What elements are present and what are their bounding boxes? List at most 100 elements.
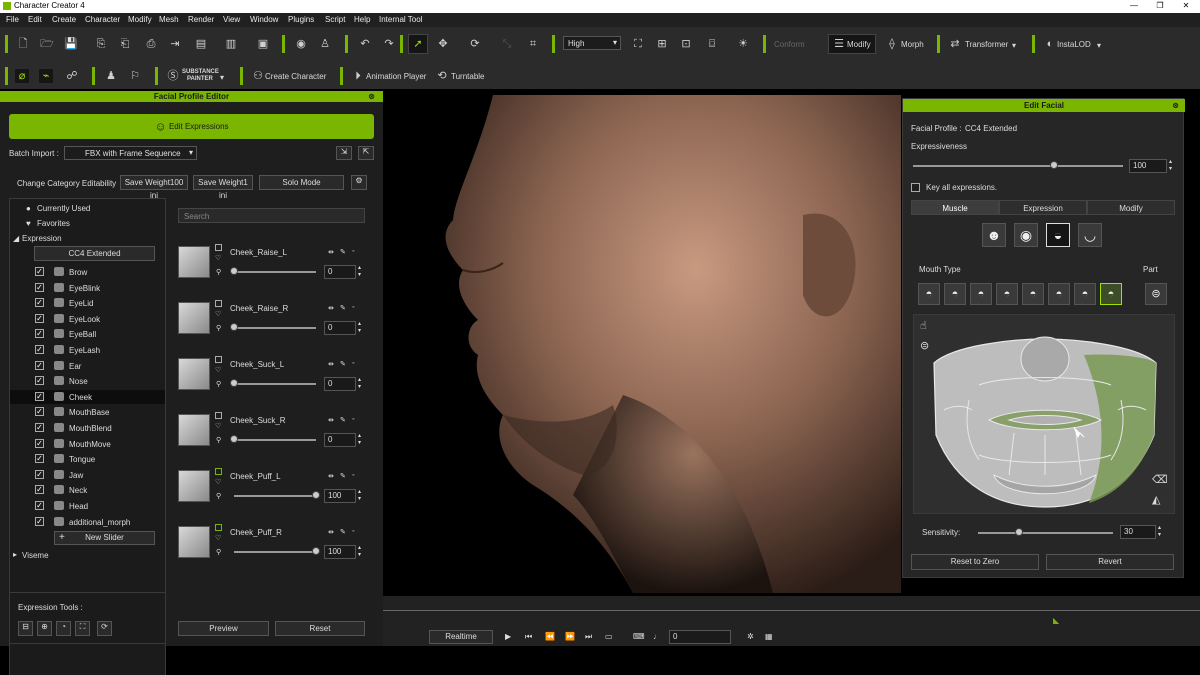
tab-modify[interactable]: Modify	[1087, 200, 1175, 215]
obj-icon[interactable]: ▤	[194, 37, 208, 51]
category-checkbox[interactable]: ✓	[35, 438, 44, 448]
save-icon[interactable]: 💾	[64, 37, 78, 51]
dot-menu-icon[interactable]: ◦	[352, 528, 354, 535]
minimize-icon[interactable]: —	[1122, 0, 1146, 13]
spinner-icon[interactable]: ▴ ▾	[1169, 158, 1172, 172]
category-item[interactable]: ✓ Jaw	[10, 468, 165, 482]
edit-icon[interactable]: ✎	[340, 528, 346, 536]
edit-icon[interactable]: ✎	[340, 360, 346, 368]
dot-menu-icon[interactable]: ◦	[352, 416, 354, 423]
link-icon[interactable]: ⇹	[328, 416, 334, 424]
import-icon[interactable]: ⎗	[118, 37, 132, 51]
favorites-item[interactable]: Favorites	[37, 219, 70, 228]
timeline-track[interactable]	[383, 610, 1200, 611]
category-checkbox[interactable]: ✓	[35, 282, 44, 292]
face-edit-icon[interactable]: ⌁	[39, 69, 53, 83]
edit-icon[interactable]: ✎	[340, 472, 346, 480]
mouth-type-option[interactable]: ◓	[996, 283, 1018, 305]
substance-label-bottom[interactable]: PAINTER	[187, 76, 213, 82]
category-checkbox[interactable]: ✓	[35, 454, 44, 464]
refresh-icon[interactable]: ⟳	[97, 621, 112, 636]
undo-icon[interactable]: ↶	[358, 37, 372, 51]
favorite-checkbox[interactable]	[215, 468, 222, 475]
category-item[interactable]: ✓ MouthBlend	[10, 421, 165, 435]
category-checkbox[interactable]: ✓	[35, 376, 44, 386]
pin-icon[interactable]: ⚲	[216, 268, 221, 276]
edit-icon[interactable]: ✎	[340, 416, 346, 424]
currently-used-item[interactable]: Currently Used	[37, 204, 90, 213]
mouth-type-option[interactable]: ◓	[918, 283, 940, 305]
spinner-icon[interactable]: ▴ ▾	[1158, 524, 1161, 538]
export-icon[interactable]: ⎘	[94, 37, 108, 51]
dot-menu-icon[interactable]: ◦	[352, 472, 354, 479]
pin-icon[interactable]: ⚲	[216, 324, 221, 332]
heart-icon[interactable]: ♡	[215, 366, 221, 374]
transformer-button[interactable]: Transformer	[965, 40, 1008, 49]
slider-knob[interactable]	[230, 435, 238, 443]
rotate-icon[interactable]: ⟳	[468, 37, 482, 51]
render-icon[interactable]: ▣	[256, 37, 270, 51]
favorite-checkbox[interactable]	[215, 300, 222, 307]
expressiveness-slider-knob[interactable]	[1049, 161, 1058, 169]
menu-render[interactable]: Render	[188, 15, 214, 24]
category-item[interactable]: ✓ EyeLook	[10, 312, 165, 326]
category-checkbox[interactable]: ✓	[35, 407, 44, 417]
rotate-view-icon[interactable]: ☝	[920, 319, 927, 332]
category-checkbox[interactable]: ✓	[35, 360, 44, 370]
eye-icon[interactable]: ◉	[1014, 223, 1038, 247]
edit-expressions-button[interactable]: ☺ Edit Expressions	[9, 114, 374, 139]
slider-track[interactable]	[234, 271, 316, 273]
frame-input[interactable]: 0	[669, 630, 731, 644]
flag-icon[interactable]: ⚐	[128, 69, 142, 83]
select-arrow-icon[interactable]: ➚	[411, 37, 425, 51]
maximize-icon[interactable]: ❐	[1148, 0, 1172, 13]
heart-icon[interactable]: ♡	[215, 478, 221, 486]
triangle-down-icon[interactable]: ◢	[13, 234, 19, 243]
instalod-button[interactable]: InstaLOD	[1057, 40, 1091, 49]
category-checkbox[interactable]: ✓	[35, 516, 44, 526]
pose-icon[interactable]: ♟	[104, 69, 118, 83]
menu-internal-tool[interactable]: Internal Tool	[379, 15, 422, 24]
slider-knob[interactable]	[230, 323, 238, 331]
category-checkbox[interactable]: ✓	[35, 345, 44, 354]
pin-icon[interactable]: ⚲	[216, 548, 221, 556]
batch-import-select[interactable]: FBX with Frame Sequence ▾	[64, 146, 197, 160]
mouth-type-option[interactable]: ◓	[970, 283, 992, 305]
menu-window[interactable]: Window	[250, 15, 278, 24]
slider-value-input[interactable]: 0	[324, 433, 356, 447]
cc4-extended-item[interactable]: CC4 Extended	[34, 246, 155, 261]
export-icon[interactable]: ⇱	[358, 146, 374, 160]
revert-button[interactable]: Revert	[1046, 554, 1174, 570]
slider-track[interactable]	[234, 551, 316, 553]
slider-track[interactable]	[234, 495, 316, 497]
expressiveness-input[interactable]: 100	[1129, 159, 1167, 173]
loop-icon[interactable]: ▭	[605, 632, 613, 641]
menu-view[interactable]: View	[223, 15, 240, 24]
pin-icon[interactable]: ⚲	[216, 436, 221, 444]
new-file-icon[interactable]: 🗋	[16, 37, 30, 51]
edit-icon[interactable]: ✎	[340, 248, 346, 256]
part-icon[interactable]: ⊜	[1145, 283, 1167, 305]
slider-track[interactable]	[234, 439, 316, 441]
light-icon[interactable]: ☀	[736, 37, 750, 51]
menu-create[interactable]: Create	[52, 15, 76, 24]
favorite-checkbox[interactable]	[215, 356, 222, 363]
quality-select[interactable]: High ▾	[563, 36, 621, 50]
tool-icon-4[interactable]: ⛶	[75, 621, 90, 636]
heart-icon[interactable]: ♡	[215, 422, 221, 430]
head-icon[interactable]: ☻	[982, 223, 1006, 247]
scale-icon[interactable]: ⤡	[500, 37, 514, 51]
usd-icon[interactable]: ⎙	[144, 37, 158, 51]
tab-muscle[interactable]: Muscle	[911, 200, 999, 215]
skip-start-icon[interactable]: ⏮	[525, 632, 532, 642]
category-checkbox[interactable]: ✓	[35, 329, 44, 339]
keyboard-icon[interactable]: ▦	[765, 632, 773, 641]
zoom-selected-icon[interactable]: ⊡	[679, 37, 693, 51]
viseme-group[interactable]: Viseme	[22, 551, 49, 560]
move-icon[interactable]: ✥	[436, 37, 450, 51]
slider-value-input[interactable]: 0	[324, 377, 356, 391]
tool-icon-2[interactable]: ⊕	[37, 621, 52, 636]
category-item[interactable]: ✓ Nose	[10, 374, 165, 388]
mouth-type-option[interactable]: ◓	[944, 283, 966, 305]
category-checkbox[interactable]: ✓	[35, 485, 44, 495]
